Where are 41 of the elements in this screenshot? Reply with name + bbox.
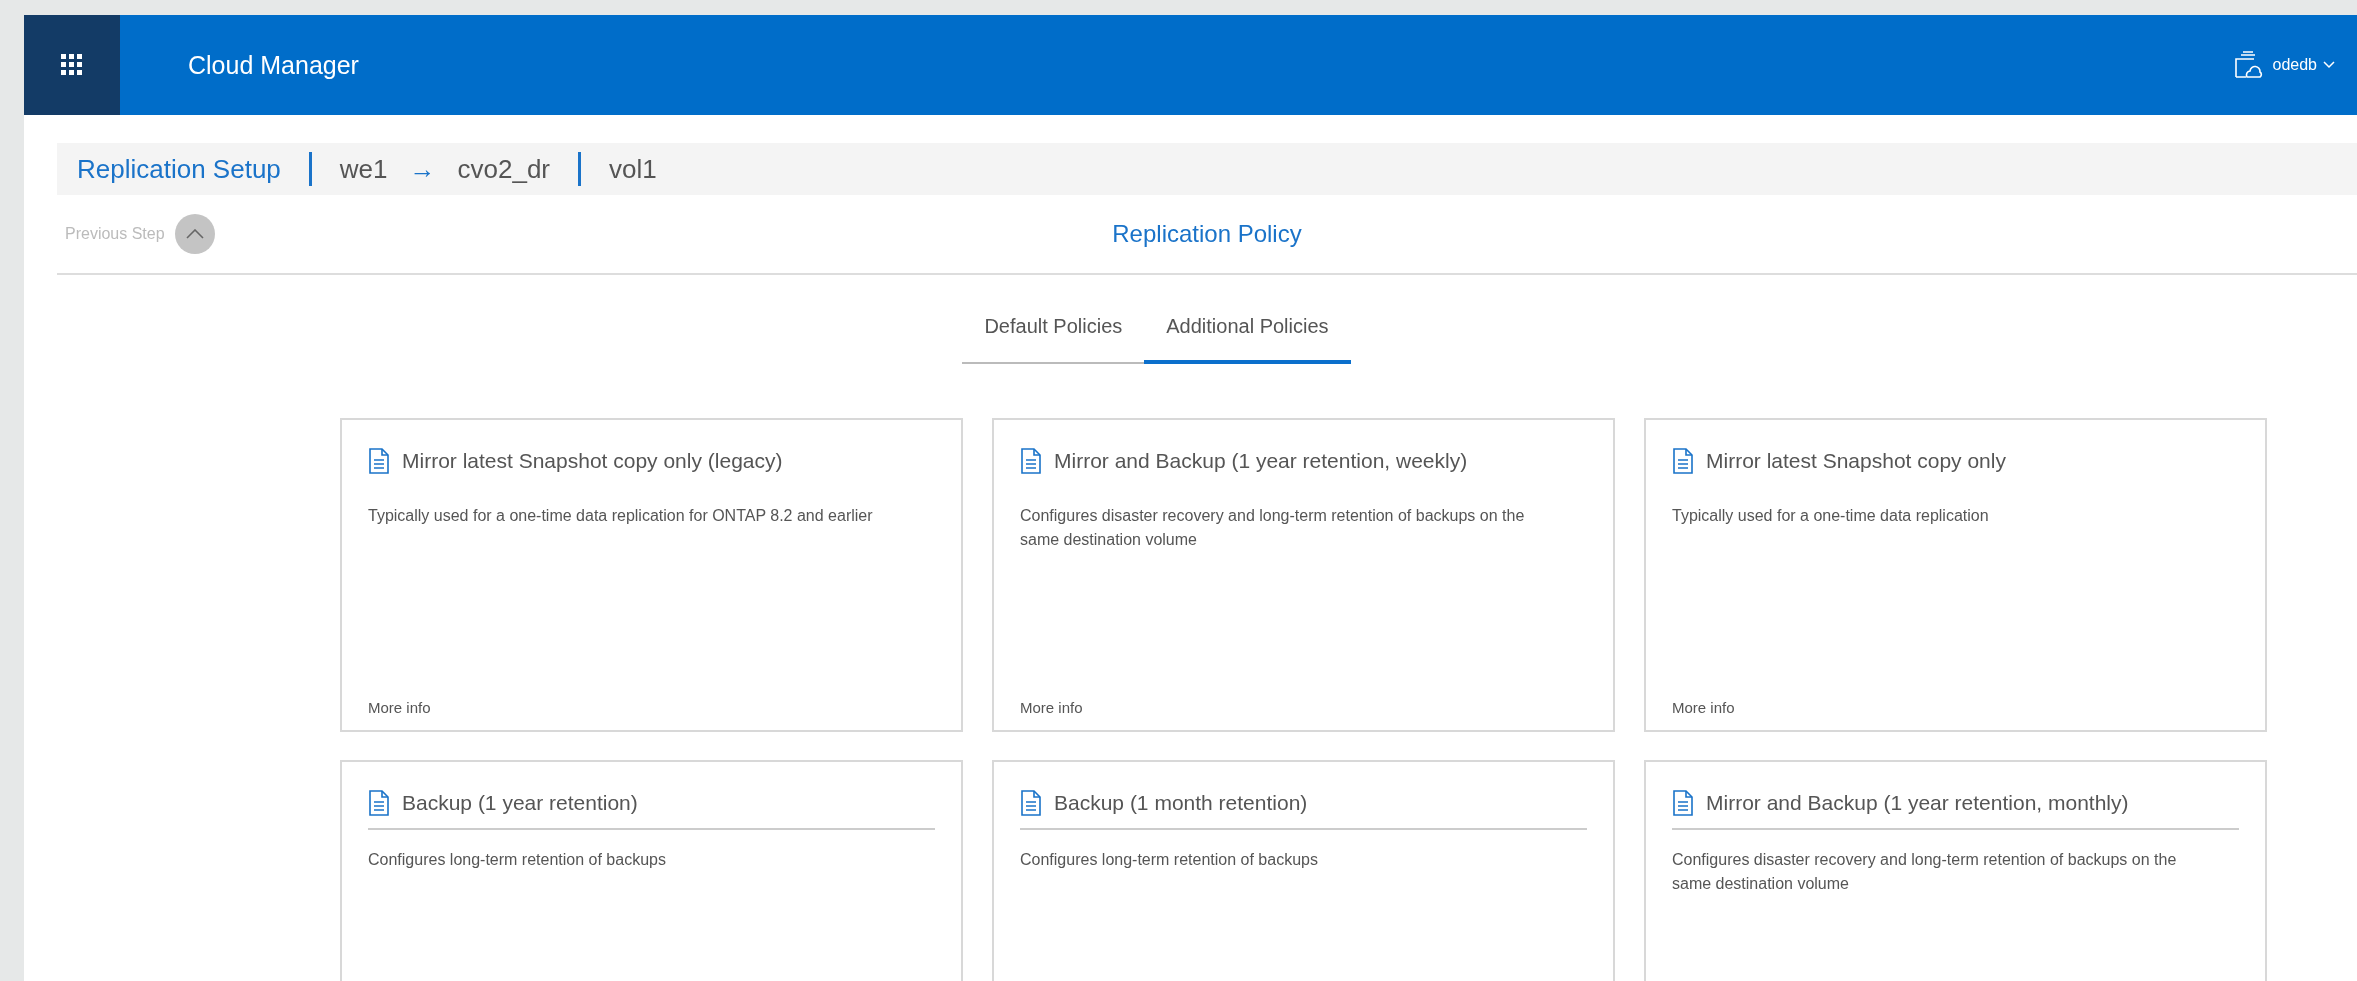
policy-card[interactable]: Mirror and Backup (1 year retention, monthly) Configures disaster recovery and long-term retention of backups on the same destination volume: [1644, 760, 2267, 981]
policy-title: Mirror latest Snapshot copy only: [1706, 449, 2006, 473]
app-title: Cloud Manager: [188, 50, 359, 80]
policy-card[interactable]: Backup (1 year retention) Configures long-term retention of backups: [340, 760, 963, 981]
policy-card[interactable]: Mirror latest Snapshot copy only (legacy) Typically used for a one-time data replication for ONTAP 8.2 and earlier More info: [340, 418, 963, 732]
policy-description: Configures long-term retention of backups: [368, 850, 667, 870]
policy-tab[interactable]: Additional Policies: [1144, 315, 1351, 364]
policy-title: Backup (1 month retention): [1054, 791, 1308, 815]
chevron-down-icon: [2323, 61, 2335, 69]
policy-title: Mirror and Backup (1 year retention, weekly): [1054, 449, 1468, 473]
policy-tab[interactable]: Default Policies: [962, 315, 1145, 364]
policy-title: Mirror and Backup (1 year retention, monthly): [1706, 791, 2129, 815]
more-info-link[interactable]: More info: [368, 699, 431, 716]
target-name: cvo2_dr: [457, 153, 550, 185]
policy-description: Configures disaster recovery and long-term retention of backups on the same destination volume: [1672, 850, 2178, 894]
policy-description: Typically used for a one-time data replication: [1672, 506, 1990, 526]
grid-icon: [61, 54, 83, 76]
document-icon: [1020, 790, 1042, 816]
policy-description: Typically used for a one-time data replication for ONTAP 8.2 and earlier: [368, 506, 874, 526]
chevron-up-icon: [185, 229, 204, 239]
policy-description: Configures disaster recovery and long-term retention of backups on the same destination volume: [1020, 506, 1526, 550]
policy-card[interactable]: Backup (1 month retention) Configures long-term retention of backups: [992, 760, 1615, 981]
policy-description: Configures long-term retention of backups: [1020, 850, 1319, 870]
arrow-glyph: →: [409, 153, 436, 185]
volume-name: vol1: [609, 153, 657, 185]
policy-title: Mirror latest Snapshot copy only (legacy): [402, 449, 783, 473]
document-icon: [368, 790, 390, 816]
policy-card[interactable]: Mirror and Backup (1 year retention, weekly) Configures disaster recovery and long-term retention of backups on the same destination volume More info: [992, 418, 1615, 732]
document-icon: [1020, 448, 1042, 474]
more-info-link[interactable]: More info: [1020, 699, 1083, 716]
document-icon: [368, 448, 390, 474]
step-title: Replication Policy: [1112, 220, 1302, 247]
more-info-link[interactable]: More info: [1672, 699, 1735, 716]
document-icon: [1672, 790, 1694, 816]
document-icon: [1672, 448, 1694, 474]
apps-menu-button[interactable]: [24, 15, 120, 115]
account-menu[interactable]: odedb: [2234, 51, 2335, 79]
source-name: we1: [339, 153, 388, 185]
policy-card[interactable]: Mirror latest Snapshot copy only Typically used for a one-time data replication More info: [1644, 418, 2267, 732]
setup-title: Replication Setup: [77, 153, 281, 185]
policy-title: Backup (1 year retention): [402, 791, 638, 815]
